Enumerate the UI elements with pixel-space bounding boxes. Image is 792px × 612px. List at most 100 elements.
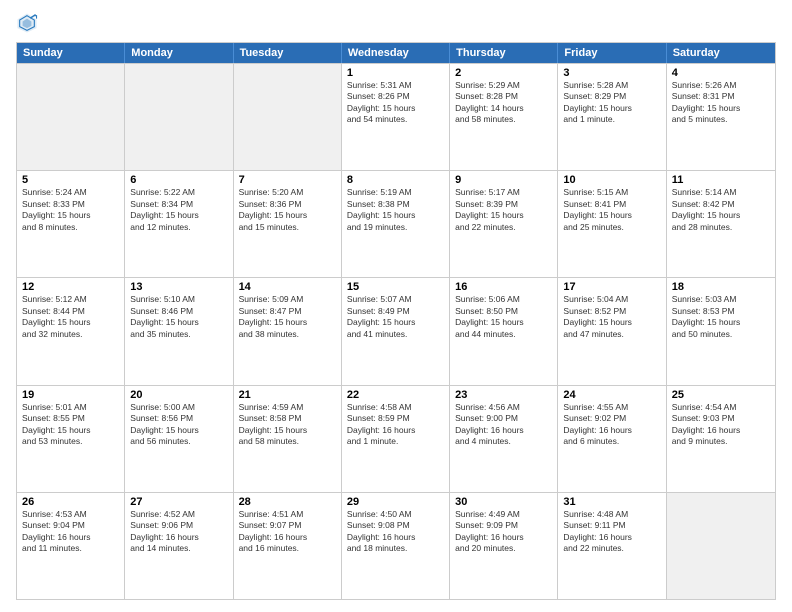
day-number: 25 [672,389,770,401]
day-info-line: and 11 minutes. [22,543,119,554]
day-info-line: Daylight: 16 hours [347,532,444,543]
day-number: 17 [563,281,660,293]
day-info-line: Sunset: 8:38 PM [347,199,444,210]
day-info-line: Sunset: 8:28 PM [455,91,552,102]
day-info-line: Sunrise: 4:54 AM [672,402,770,413]
day-info-line: Daylight: 15 hours [130,425,227,436]
day-cell-29: 29Sunrise: 4:50 AMSunset: 9:08 PMDayligh… [342,493,450,599]
calendar-row-4: 26Sunrise: 4:53 AMSunset: 9:04 PMDayligh… [17,492,775,599]
day-info-line: Sunrise: 5:03 AM [672,294,770,305]
day-cell-20: 20Sunrise: 5:00 AMSunset: 8:56 PMDayligh… [125,386,233,492]
day-info-line: and 53 minutes. [22,436,119,447]
day-info-line: Sunset: 9:08 PM [347,520,444,531]
day-info-line: Sunset: 9:09 PM [455,520,552,531]
day-info-line: and 15 minutes. [239,222,336,233]
day-info-line: and 20 minutes. [455,543,552,554]
day-info-line: Sunset: 8:50 PM [455,306,552,317]
day-info-line: Daylight: 15 hours [455,210,552,221]
day-info-line: and 5 minutes. [672,114,770,125]
day-info-line: Sunset: 8:36 PM [239,199,336,210]
day-cell-30: 30Sunrise: 4:49 AMSunset: 9:09 PMDayligh… [450,493,558,599]
day-number: 3 [563,67,660,79]
day-cell-2: 2Sunrise: 5:29 AMSunset: 8:28 PMDaylight… [450,64,558,170]
weekday-header-saturday: Saturday [667,43,775,63]
day-cell-13: 13Sunrise: 5:10 AMSunset: 8:46 PMDayligh… [125,278,233,384]
day-number: 26 [22,496,119,508]
day-info-line: Sunset: 8:33 PM [22,199,119,210]
day-cell-19: 19Sunrise: 5:01 AMSunset: 8:55 PMDayligh… [17,386,125,492]
day-info-line: Daylight: 15 hours [347,210,444,221]
day-number: 13 [130,281,227,293]
day-info-line: and 22 minutes. [563,543,660,554]
day-info-line: Sunrise: 4:52 AM [130,509,227,520]
day-info-line: and 58 minutes. [455,114,552,125]
day-info-line: Sunrise: 4:51 AM [239,509,336,520]
day-info-line: Sunrise: 5:19 AM [347,187,444,198]
day-info-line: Sunrise: 5:07 AM [347,294,444,305]
day-info-line: Sunset: 9:03 PM [672,413,770,424]
calendar-body: 1Sunrise: 5:31 AMSunset: 8:26 PMDaylight… [17,63,775,599]
weekday-header-friday: Friday [558,43,666,63]
day-info-line: Sunrise: 5:17 AM [455,187,552,198]
day-info-line: Sunrise: 4:48 AM [563,509,660,520]
empty-cell-0-0 [17,64,125,170]
day-info-line: Sunset: 8:39 PM [455,199,552,210]
day-info-line: Sunrise: 5:26 AM [672,80,770,91]
day-number: 7 [239,174,336,186]
day-info-line: Daylight: 16 hours [22,532,119,543]
day-number: 16 [455,281,552,293]
day-cell-18: 18Sunrise: 5:03 AMSunset: 8:53 PMDayligh… [667,278,775,384]
day-info-line: and 35 minutes. [130,329,227,340]
day-info-line: Daylight: 15 hours [563,103,660,114]
day-info-line: Daylight: 15 hours [22,317,119,328]
day-info-line: Daylight: 15 hours [347,103,444,114]
day-info-line: and 18 minutes. [347,543,444,554]
day-number: 4 [672,67,770,79]
day-info-line: Daylight: 15 hours [239,317,336,328]
day-info-line: Sunrise: 5:22 AM [130,187,227,198]
day-info-line: Sunrise: 5:12 AM [22,294,119,305]
day-info-line: and 1 minute. [347,436,444,447]
day-info-line: and 32 minutes. [22,329,119,340]
day-info-line: Sunset: 8:47 PM [239,306,336,317]
calendar-header: SundayMondayTuesdayWednesdayThursdayFrid… [17,43,775,63]
day-info-line: and 47 minutes. [563,329,660,340]
day-cell-11: 11Sunrise: 5:14 AMSunset: 8:42 PMDayligh… [667,171,775,277]
weekday-header-sunday: Sunday [17,43,125,63]
day-info-line: Sunset: 8:55 PM [22,413,119,424]
day-info-line: and 44 minutes. [455,329,552,340]
day-info-line: Sunrise: 4:56 AM [455,402,552,413]
calendar-row-1: 5Sunrise: 5:24 AMSunset: 8:33 PMDaylight… [17,170,775,277]
day-info-line: Daylight: 14 hours [455,103,552,114]
weekday-header-thursday: Thursday [450,43,558,63]
day-number: 29 [347,496,444,508]
day-info-line: Sunset: 8:52 PM [563,306,660,317]
day-info-line: and 16 minutes. [239,543,336,554]
day-number: 6 [130,174,227,186]
day-info-line: and 8 minutes. [22,222,119,233]
day-info-line: Sunrise: 4:53 AM [22,509,119,520]
calendar-row-2: 12Sunrise: 5:12 AMSunset: 8:44 PMDayligh… [17,277,775,384]
day-info-line: Sunset: 8:34 PM [130,199,227,210]
day-info-line: Sunset: 8:53 PM [672,306,770,317]
calendar-row-0: 1Sunrise: 5:31 AMSunset: 8:26 PMDaylight… [17,63,775,170]
weekday-header-monday: Monday [125,43,233,63]
day-info-line: Sunset: 8:42 PM [672,199,770,210]
day-number: 10 [563,174,660,186]
day-number: 18 [672,281,770,293]
day-number: 11 [672,174,770,186]
day-cell-17: 17Sunrise: 5:04 AMSunset: 8:52 PMDayligh… [558,278,666,384]
day-info-line: Sunrise: 5:09 AM [239,294,336,305]
day-cell-24: 24Sunrise: 4:55 AMSunset: 9:02 PMDayligh… [558,386,666,492]
day-info-line: and 54 minutes. [347,114,444,125]
day-cell-27: 27Sunrise: 4:52 AMSunset: 9:06 PMDayligh… [125,493,233,599]
day-cell-23: 23Sunrise: 4:56 AMSunset: 9:00 PMDayligh… [450,386,558,492]
day-cell-22: 22Sunrise: 4:58 AMSunset: 8:59 PMDayligh… [342,386,450,492]
day-cell-9: 9Sunrise: 5:17 AMSunset: 8:39 PMDaylight… [450,171,558,277]
day-info-line: and 28 minutes. [672,222,770,233]
day-cell-31: 31Sunrise: 4:48 AMSunset: 9:11 PMDayligh… [558,493,666,599]
day-info-line: and 1 minute. [563,114,660,125]
day-cell-1: 1Sunrise: 5:31 AMSunset: 8:26 PMDaylight… [342,64,450,170]
day-info-line: Sunset: 9:04 PM [22,520,119,531]
day-info-line: Daylight: 16 hours [455,425,552,436]
